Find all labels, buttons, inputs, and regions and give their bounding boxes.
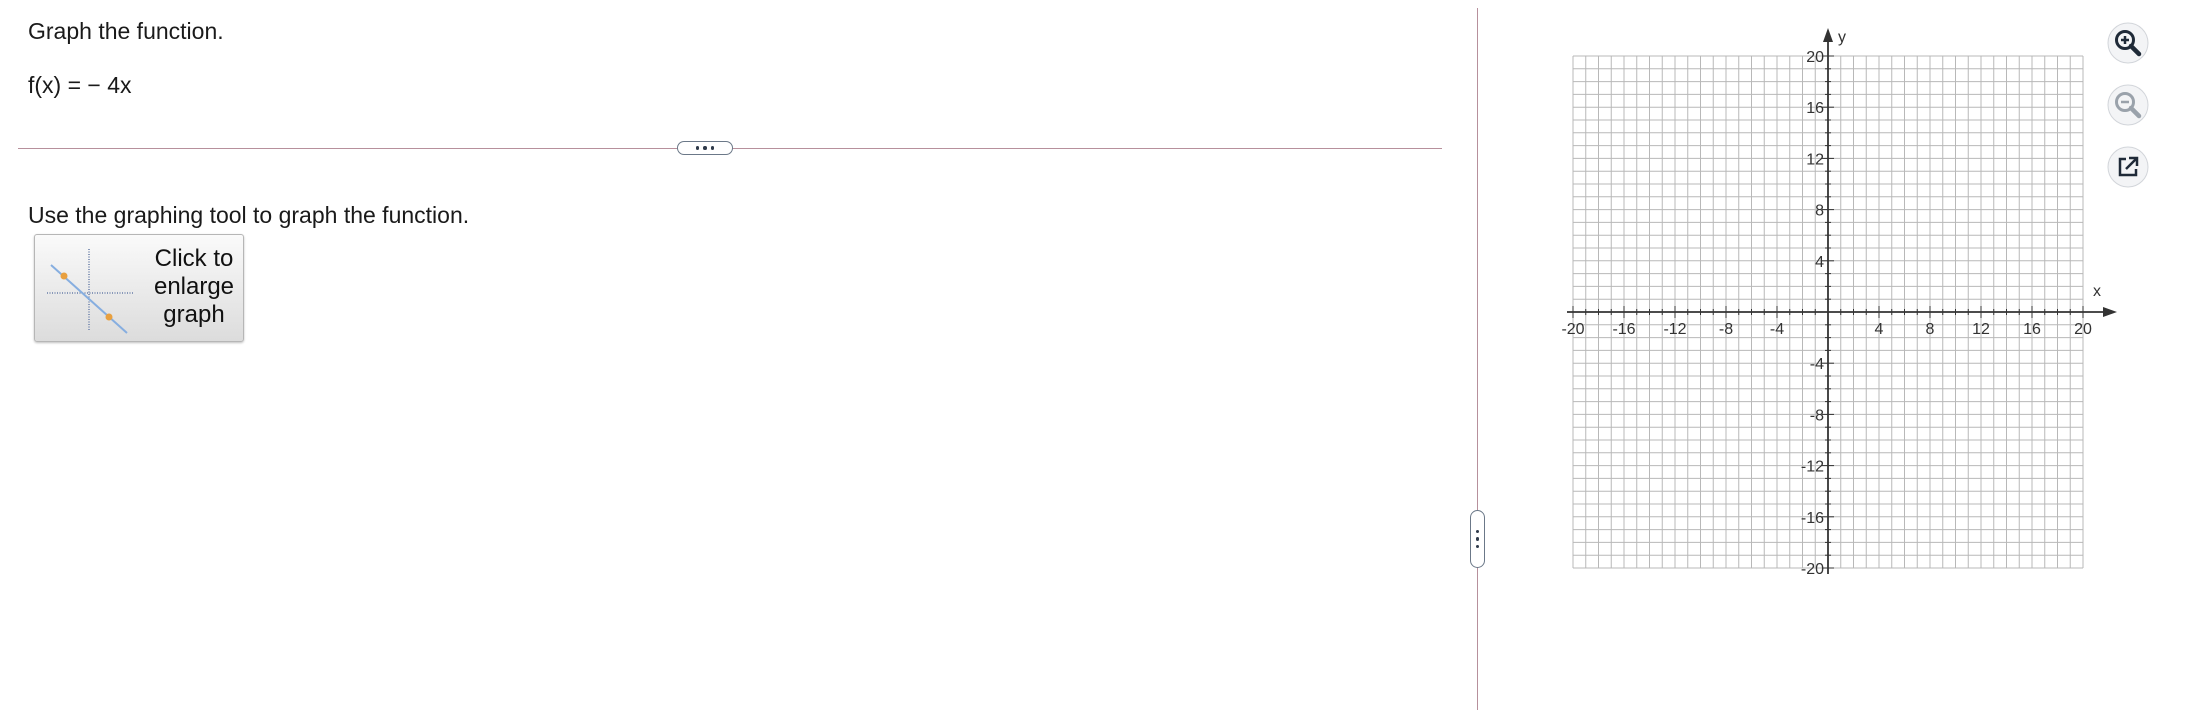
x-tick-label: 12 — [1972, 321, 1990, 338]
vertical-splitter-handle[interactable] — [1470, 510, 1485, 568]
graph-instruction: Use the graphing tool to graph the funct… — [28, 202, 470, 228]
horizontal-splitter-handle[interactable] — [677, 141, 733, 155]
y-axis-arrow — [1823, 28, 1833, 42]
y-axis-label: y — [1838, 29, 1846, 46]
grip-dot — [1475, 537, 1480, 541]
x-axis-arrow — [2103, 307, 2117, 317]
x-tick-label: -20 — [1561, 321, 1584, 338]
zoom-in-icon — [2107, 22, 2149, 64]
grip-dot — [1475, 544, 1480, 549]
y-tick-label: -4 — [1810, 356, 1824, 373]
y-tick-label: 12 — [1806, 151, 1824, 168]
x-tick-label: -4 — [1770, 321, 1784, 338]
y-tick-label: -16 — [1801, 510, 1824, 527]
zoom-out-icon — [2107, 84, 2149, 126]
zoom-out-button[interactable] — [2106, 83, 2150, 127]
x-axis-label: x — [2093, 283, 2101, 300]
y-tick-label: -12 — [1801, 459, 1824, 476]
y-tick-label: -8 — [1810, 407, 1824, 424]
coordinate-grid[interactable]: -20 -16 -12 -8 -4 4 8 12 16 20 20 16 12 8 4 -4 -8 -12 -16 -… — [1548, 18, 2118, 578]
x-tick-label: 16 — [2023, 321, 2041, 338]
x-tick-label: -12 — [1663, 321, 1686, 338]
y-tick-label: 4 — [1815, 254, 1824, 271]
grip-dot — [710, 146, 715, 150]
x-tick-label: 20 — [2074, 321, 2092, 338]
popout-icon — [2107, 146, 2149, 188]
function-expression: f(x) = − 4x — [28, 72, 132, 98]
enlarge-graph-label: Click to enlarge graph — [153, 245, 235, 328]
question-prompt: Graph the function. — [28, 18, 224, 44]
x-tick-label: 8 — [1926, 321, 1935, 338]
y-tick-label: 20 — [1806, 49, 1824, 66]
popout-button[interactable] — [2106, 145, 2150, 189]
y-tick-label: -20 — [1801, 561, 1824, 578]
graph-area[interactable]: -20 -16 -12 -8 -4 4 8 12 16 20 20 16 12 8 4 -4 -8 -12 -16 -… — [1548, 18, 2118, 578]
grip-dot — [695, 146, 700, 150]
vertical-divider — [1477, 8, 1478, 710]
graph-thumbnail-icon — [47, 249, 133, 334]
y-tick-label: 8 — [1815, 203, 1824, 220]
grip-dot — [1475, 529, 1480, 534]
x-tick-label: 4 — [1875, 321, 1884, 338]
y-tick-label: 16 — [1806, 100, 1824, 117]
zoom-in-button[interactable] — [2106, 21, 2150, 65]
x-tick-label: -16 — [1612, 321, 1635, 338]
enlarge-graph-button[interactable]: Click to enlarge graph — [34, 234, 244, 342]
grip-dot — [703, 146, 707, 150]
x-tick-label: -8 — [1719, 321, 1733, 338]
question-pane: Graph the function. f(x) = − 4x Use the … — [0, 0, 1478, 710]
